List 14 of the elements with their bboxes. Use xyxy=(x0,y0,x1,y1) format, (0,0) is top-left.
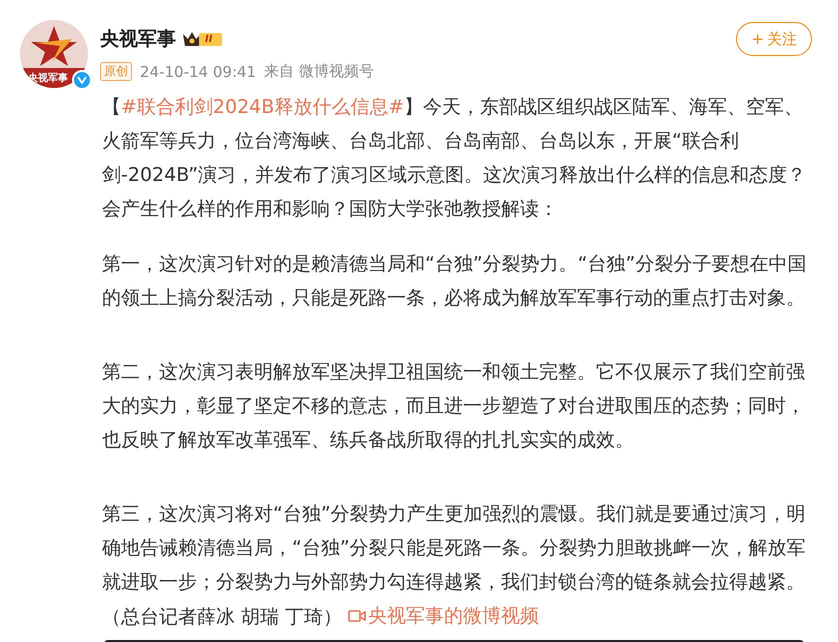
body-paragraph: 第三，这次演习将对“台独”分裂势力产生更加强烈的震慑。我们就是要通过演习，明确地告诫赖清德当局，“台独”分裂只能是死路一条。分裂势力胆敢挑衅一次，解放军就进取一步；分裂势力与外部势力勾连得越紧，我们封锁台湾的链条就会拉得越紧。（总台记者薛冰 胡瑞 丁琦） 央视军事的微博视频 xyxy=(102,497,818,634)
follow-button[interactable]: + 关注 xyxy=(736,22,812,56)
hashtag-link[interactable]: #联合利剑2024B释放什么信息# xyxy=(121,96,404,118)
video-link[interactable]: 央视军事的微博视频 xyxy=(348,599,540,633)
star-logo-icon xyxy=(30,26,78,66)
post-source: 来自 微博视频号 xyxy=(264,62,374,81)
intro-paragraph: 【#联合利剑2024B释放什么信息#】今天，东部战区组织战区陆军、海军、空军、火箭军等兵力，位台湾海峡、台岛北部、台岛南部、台岛以东，开展“联合利剑-2024B”演习，并发布了演习区域示意图。这次演习释放出什么样的信息和态度？会产生什么样的作用和影响？国防大学张弛教授解读： xyxy=(102,95,808,222)
author-name[interactable]: 央视军事 xyxy=(100,26,176,52)
original-tag: 原创 xyxy=(100,62,132,81)
level-badge: II xyxy=(199,32,222,46)
body-paragraph: 第一，这次演习针对的是赖清德当局和“台独”分裂势力。“台独”分裂分子要想在中国的领土上搞分裂活动，只能是死路一条，必将成为解放军军事行动的重点打击对象。 xyxy=(102,252,808,311)
body-paragraph: 第二，这次演习表明解放军坚决捍卫祖国统一和领土完整。它不仅展示了我们空前强大的实力，彰显了坚定不移的意志，而且进一步塑造了对台进取围压的态势；同时，也反映了解放军改革强军、练兵备战所取得的扎扎实实的成效。 xyxy=(102,360,806,453)
video-icon xyxy=(348,609,366,623)
post-time[interactable]: 24-10-14 09:41 xyxy=(140,62,256,80)
